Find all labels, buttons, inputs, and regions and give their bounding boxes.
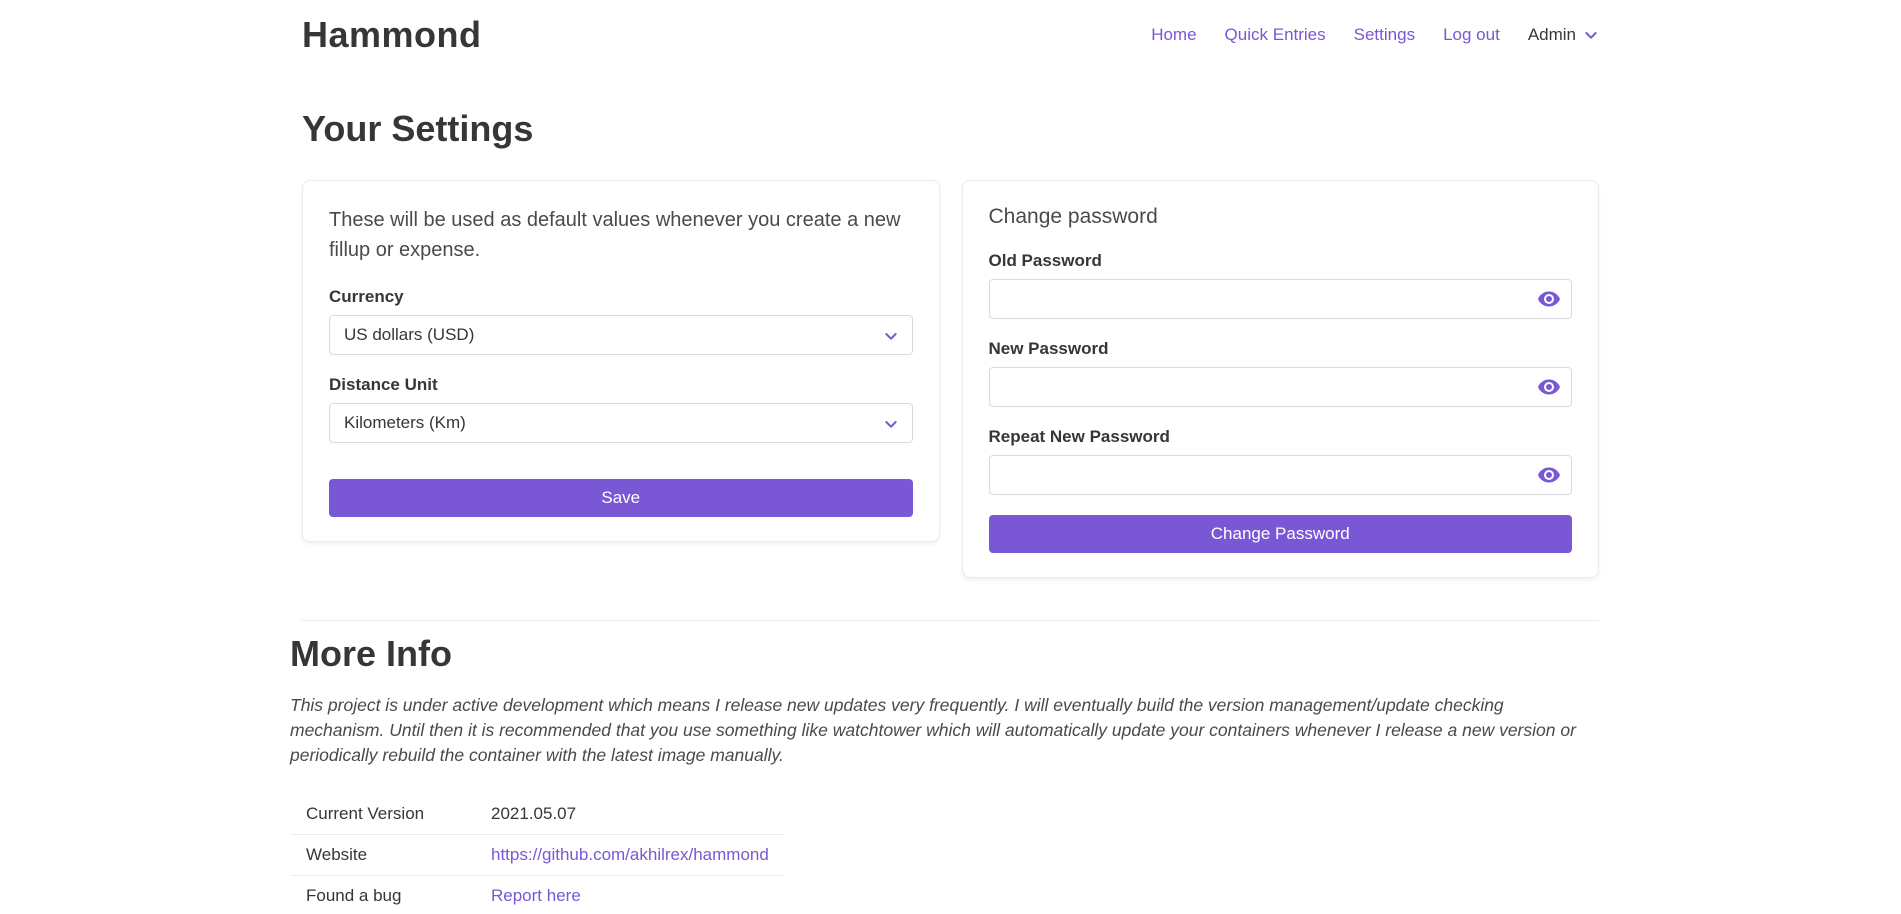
website-link[interactable]: https://github.com/akhilrex/hammond	[491, 845, 769, 864]
current-version-value: 2021.05.07	[475, 794, 785, 835]
info-row-label: Website	[290, 835, 475, 876]
eye-icon	[1537, 475, 1561, 490]
repeat-new-password-label: Repeat New Password	[989, 427, 1573, 447]
settings-page: Your Settings These will be used as defa…	[302, 108, 1599, 914]
info-row-label: Found a bug	[290, 876, 475, 914]
nav-item-home[interactable]: Home	[1151, 25, 1196, 45]
more-info-title: More Info	[290, 633, 1599, 675]
save-button[interactable]: Save	[329, 479, 913, 517]
app-header: Hammond Home Quick Entries Settings Log …	[0, 0, 1901, 56]
info-row-label: Current Version	[290, 794, 475, 835]
default-values-card: These will be used as default values whe…	[302, 180, 940, 542]
new-password-input[interactable]	[989, 367, 1573, 407]
table-row-found-a-bug: Found a bug Report here	[290, 876, 785, 914]
admin-user-label: Admin	[1528, 25, 1576, 45]
distance-unit-selected-value: Kilometers (Km)	[344, 413, 466, 433]
eye-icon	[1537, 299, 1561, 314]
report-bug-link[interactable]: Report here	[491, 886, 581, 905]
brand-logo[interactable]: Hammond	[302, 14, 482, 56]
table-row-website: Website https://github.com/akhilrex/hamm…	[290, 835, 785, 876]
change-password-title: Change password	[989, 205, 1573, 229]
nav-item-settings[interactable]: Settings	[1354, 25, 1415, 45]
repeat-new-password-input[interactable]	[989, 455, 1573, 495]
distance-unit-label: Distance Unit	[329, 375, 913, 395]
nav-item-logout[interactable]: Log out	[1443, 25, 1500, 45]
chevron-down-icon	[1583, 27, 1599, 43]
development-note: This project is under active development…	[290, 693, 1599, 768]
info-table: Current Version 2021.05.07 Website https…	[290, 794, 785, 914]
chevron-down-icon	[883, 416, 899, 432]
nav-item-quick-entries[interactable]: Quick Entries	[1225, 25, 1326, 45]
old-password-label: Old Password	[989, 251, 1573, 271]
distance-unit-select[interactable]: Kilometers (Km)	[329, 403, 913, 443]
page-title: Your Settings	[302, 108, 1599, 150]
old-password-input[interactable]	[989, 279, 1573, 319]
new-password-visibility-toggle[interactable]	[1536, 375, 1562, 399]
repeat-new-password-visibility-toggle[interactable]	[1536, 463, 1562, 487]
admin-user-menu[interactable]: Admin	[1528, 25, 1599, 45]
change-password-button[interactable]: Change Password	[989, 515, 1573, 553]
defaults-description: These will be used as default values whe…	[329, 205, 913, 265]
currency-selected-value: US dollars (USD)	[344, 325, 474, 345]
section-divider	[302, 620, 1599, 621]
chevron-down-icon	[883, 328, 899, 344]
currency-label: Currency	[329, 287, 913, 307]
table-row-current-version: Current Version 2021.05.07	[290, 794, 785, 835]
eye-icon	[1537, 387, 1561, 402]
new-password-label: New Password	[989, 339, 1573, 359]
main-nav: Home Quick Entries Settings Log out Admi…	[1151, 25, 1599, 45]
currency-select[interactable]: US dollars (USD)	[329, 315, 913, 355]
change-password-card: Change password Old Password New Passwor…	[962, 180, 1600, 578]
old-password-visibility-toggle[interactable]	[1536, 287, 1562, 311]
more-info-section: More Info This project is under active d…	[290, 633, 1599, 914]
